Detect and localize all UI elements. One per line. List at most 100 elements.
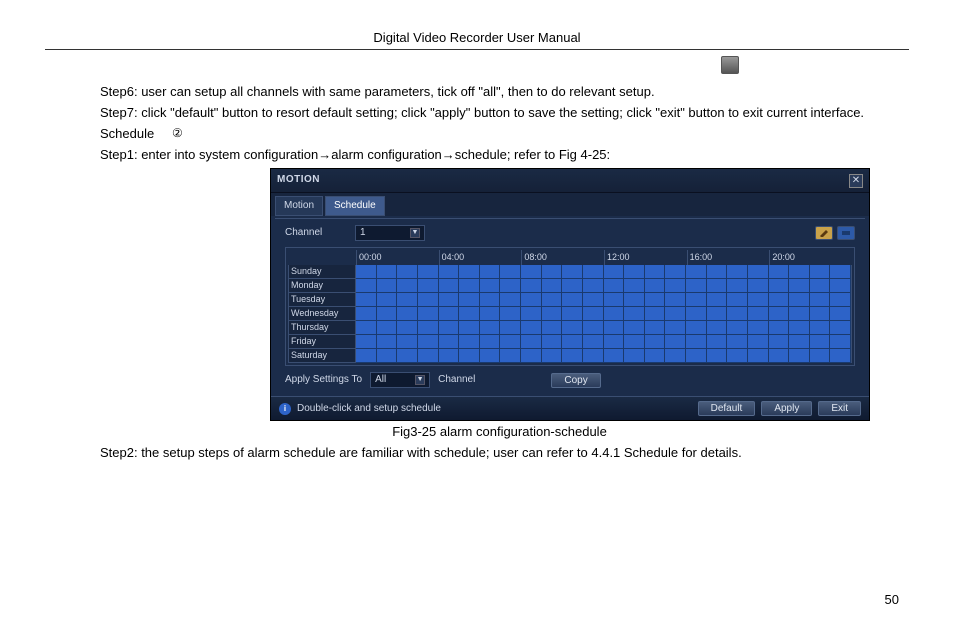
schedule-cell[interactable] [480, 279, 501, 293]
schedule-cell[interactable] [418, 335, 439, 349]
schedule-cell[interactable] [356, 335, 377, 349]
schedule-cell[interactable] [583, 279, 604, 293]
schedule-cell[interactable] [604, 279, 625, 293]
schedule-cell[interactable] [665, 349, 686, 363]
schedule-cell[interactable] [583, 335, 604, 349]
schedule-cell[interactable] [500, 349, 521, 363]
day-grid[interactable] [356, 265, 852, 279]
schedule-cell[interactable] [418, 321, 439, 335]
schedule-cell[interactable] [707, 321, 728, 335]
default-button[interactable]: Default [698, 401, 756, 416]
schedule-cell[interactable] [397, 349, 418, 363]
schedule-cell[interactable] [521, 349, 542, 363]
schedule-cell[interactable] [583, 265, 604, 279]
schedule-cell[interactable] [727, 349, 748, 363]
schedule-cell[interactable] [480, 321, 501, 335]
day-grid[interactable] [356, 279, 852, 293]
day-grid[interactable] [356, 307, 852, 321]
schedule-cell[interactable] [665, 335, 686, 349]
schedule-cell[interactable] [645, 279, 666, 293]
schedule-cell[interactable] [748, 265, 769, 279]
schedule-cell[interactable] [707, 335, 728, 349]
schedule-cell[interactable] [624, 279, 645, 293]
schedule-cell[interactable] [789, 335, 810, 349]
schedule-cell[interactable] [418, 279, 439, 293]
schedule-cell[interactable] [810, 307, 831, 321]
schedule-cell[interactable] [542, 265, 563, 279]
schedule-cell[interactable] [542, 307, 563, 321]
schedule-cell[interactable] [624, 307, 645, 321]
schedule-cell[interactable] [748, 307, 769, 321]
schedule-cell[interactable] [748, 321, 769, 335]
schedule-cell[interactable] [562, 279, 583, 293]
schedule-cell[interactable] [769, 293, 790, 307]
schedule-cell[interactable] [810, 279, 831, 293]
schedule-cell[interactable] [521, 293, 542, 307]
schedule-cell[interactable] [356, 265, 377, 279]
schedule-cell[interactable] [377, 349, 398, 363]
schedule-cell[interactable] [418, 307, 439, 321]
schedule-cell[interactable] [500, 321, 521, 335]
schedule-cell[interactable] [356, 307, 377, 321]
schedule-cell[interactable] [624, 265, 645, 279]
schedule-cell[interactable] [665, 279, 686, 293]
schedule-cell[interactable] [459, 265, 480, 279]
schedule-cell[interactable] [439, 335, 460, 349]
schedule-cell[interactable] [686, 293, 707, 307]
schedule-cell[interactable] [377, 265, 398, 279]
schedule-cell[interactable] [748, 349, 769, 363]
schedule-cell[interactable] [480, 349, 501, 363]
schedule-cell[interactable] [439, 265, 460, 279]
schedule-cell[interactable] [810, 321, 831, 335]
schedule-cell[interactable] [418, 293, 439, 307]
schedule-cell[interactable] [418, 265, 439, 279]
schedule-cell[interactable] [500, 279, 521, 293]
schedule-cell[interactable] [480, 293, 501, 307]
schedule-cell[interactable] [604, 335, 625, 349]
schedule-cell[interactable] [397, 307, 418, 321]
schedule-cell[interactable] [769, 349, 790, 363]
schedule-cell[interactable] [665, 293, 686, 307]
schedule-cell[interactable] [830, 321, 851, 335]
schedule-cell[interactable] [707, 349, 728, 363]
schedule-cell[interactable] [604, 265, 625, 279]
schedule-cell[interactable] [500, 265, 521, 279]
schedule-cell[interactable] [810, 335, 831, 349]
schedule-cell[interactable] [397, 321, 418, 335]
schedule-cell[interactable] [356, 293, 377, 307]
schedule-cell[interactable] [707, 293, 728, 307]
schedule-cell[interactable] [769, 279, 790, 293]
schedule-cell[interactable] [645, 293, 666, 307]
schedule-cell[interactable] [727, 265, 748, 279]
schedule-cell[interactable] [542, 279, 563, 293]
schedule-cell[interactable] [769, 321, 790, 335]
schedule-cell[interactable] [665, 321, 686, 335]
schedule-cell[interactable] [810, 265, 831, 279]
schedule-cell[interactable] [727, 335, 748, 349]
schedule-cell[interactable] [665, 265, 686, 279]
tab-motion[interactable]: Motion [275, 196, 323, 217]
schedule-cell[interactable] [562, 293, 583, 307]
schedule-cell[interactable] [521, 335, 542, 349]
schedule-cell[interactable] [356, 321, 377, 335]
schedule-cell[interactable] [789, 293, 810, 307]
day-grid[interactable] [356, 321, 852, 335]
schedule-cell[interactable] [686, 279, 707, 293]
schedule-cell[interactable] [480, 335, 501, 349]
schedule-cell[interactable] [645, 321, 666, 335]
schedule-cell[interactable] [707, 307, 728, 321]
schedule-cell[interactable] [789, 279, 810, 293]
schedule-cell[interactable] [397, 335, 418, 349]
schedule-cell[interactable] [542, 293, 563, 307]
schedule-cell[interactable] [562, 321, 583, 335]
schedule-cell[interactable] [769, 335, 790, 349]
schedule-cell[interactable] [397, 265, 418, 279]
schedule-cell[interactable] [521, 279, 542, 293]
schedule-cell[interactable] [624, 349, 645, 363]
schedule-cell[interactable] [583, 349, 604, 363]
schedule-cell[interactable] [583, 293, 604, 307]
schedule-cell[interactable] [521, 265, 542, 279]
schedule-cell[interactable] [769, 265, 790, 279]
schedule-cell[interactable] [542, 335, 563, 349]
day-grid[interactable] [356, 349, 852, 363]
